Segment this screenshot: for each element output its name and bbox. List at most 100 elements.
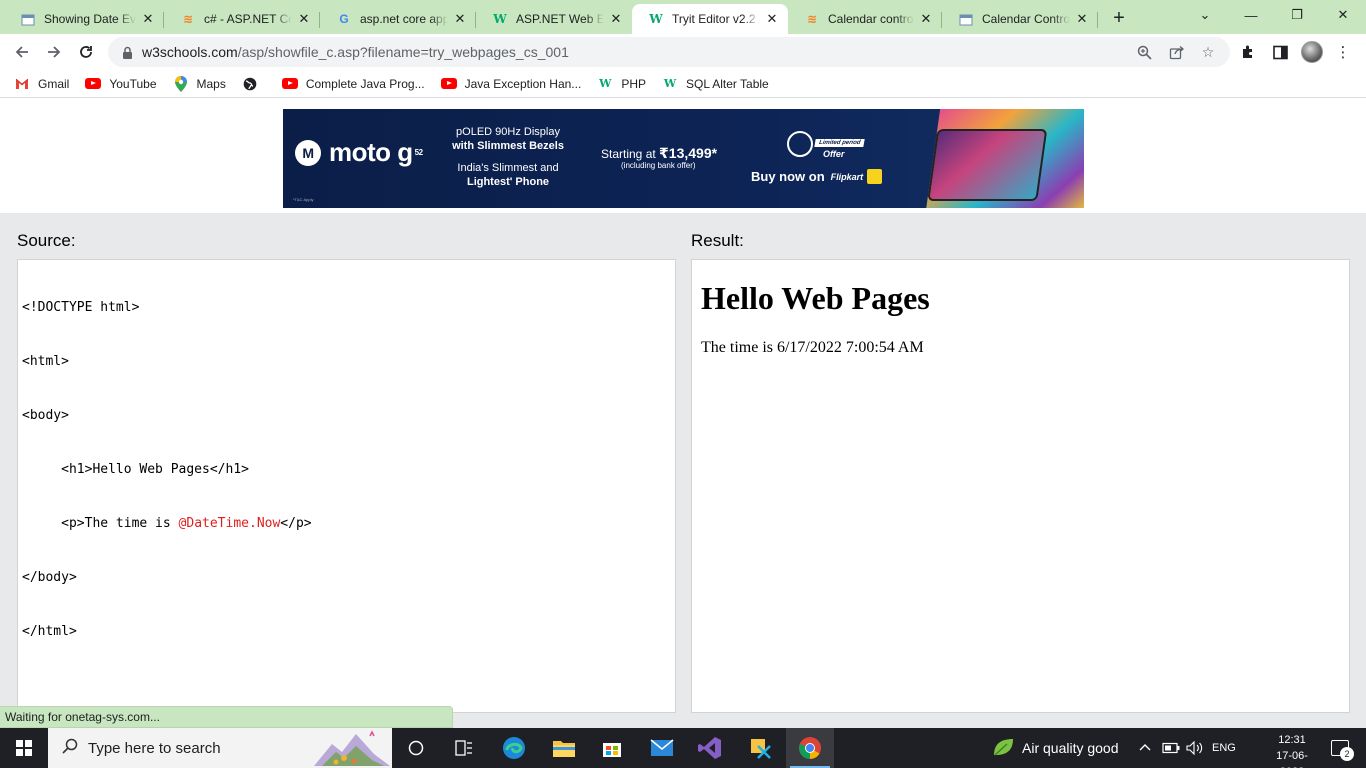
bookmark-youtube[interactable]: YouTube [85,76,157,92]
result-panel: Hello Web Pages The time is 6/17/2022 7:… [691,259,1350,713]
ad-area: M moto g 52 pOLED 90Hz Display with Slimm… [0,103,1366,213]
tab-title: Calendar Control [982,12,1070,26]
ad-line2: with Slimmest Bezels [452,140,564,152]
reload-icon [80,46,92,58]
close-icon[interactable]: ✕ [608,11,624,27]
side-panel-icon[interactable] [1266,38,1294,66]
edge-browser-icon[interactable] [490,728,538,768]
ad-line4: Lightest' Phone [466,176,550,188]
tab-tryit-editor[interactable]: W Tryit Editor v2.2 - Show ✕ [632,4,788,34]
forward-arrow-icon [48,46,61,58]
microsoft-store-icon[interactable] [588,728,636,768]
code-line: </body> [22,570,77,585]
ad-offer: Limited period Offer Buy now on Flipkart [751,131,883,184]
zoom-icon[interactable] [1130,37,1158,67]
ad-price-note: (including bank offer) [621,161,696,170]
notification-count: 2 [1340,747,1354,761]
close-icon[interactable]: ✕ [1074,11,1090,27]
search-highlight-art-icon [314,730,390,766]
bookmark-star-icon[interactable]: ☆ [1194,37,1222,67]
tab-search-chevron-icon[interactable]: ⌄ [1182,0,1228,30]
new-tab-button[interactable]: + [1108,7,1130,29]
widgets-icon[interactable] [440,728,488,768]
razor-expression: @DateTime.Now [178,516,281,531]
close-icon[interactable]: ✕ [140,11,156,27]
code-line: <h1>Hello Web Pages</h1> [22,462,249,477]
close-icon[interactable]: ✕ [452,11,468,27]
task-view-icon[interactable] [392,728,440,768]
tab-calendar-control[interactable]: Calendar Control ✕ [942,4,1098,34]
google-icon: G [339,12,349,26]
lock-icon[interactable] [120,45,134,59]
language-indicator[interactable]: ENG [1212,728,1236,768]
notification-center-button[interactable]: 2 [1322,728,1358,768]
taskbar-clock[interactable]: 12:31 17-06-2022 [1264,732,1320,768]
result-heading: Hello Web Pages [701,280,930,316]
volume-icon[interactable] [1186,728,1204,768]
bookmark-java-exception[interactable]: Java Exception Han... [440,76,581,92]
leaf-icon [992,737,1014,760]
result-label: Result: [691,231,744,250]
tab-google-search[interactable]: G asp.net core application ✕ [320,4,476,34]
bookmark-complete-java[interactable]: Complete Java Prog... [281,76,425,92]
mail-icon[interactable] [638,728,686,768]
tab-aspnet-web-examples[interactable]: W ASP.NET Web Examples ✕ [476,4,632,34]
ad-price-prefix: Starting at [601,147,656,161]
stopwatch-icon [787,131,813,157]
bookmark-label: Maps [196,76,226,91]
forward-button[interactable] [40,38,68,66]
snipping-tool-icon[interactable] [736,728,784,768]
share-icon[interactable] [1162,37,1190,67]
bookmark-sql-alter-table[interactable]: W SQL Alter Table [662,76,769,92]
tab-title: asp.net core application [360,12,448,26]
profile-avatar[interactable] [1301,41,1323,63]
close-icon[interactable]: ✕ [918,11,934,27]
chrome-icon[interactable] [786,728,834,768]
youtube-icon [440,76,457,92]
start-button[interactable] [0,728,48,768]
browser-toolbar: w3schools.com/asp/showfile_c.asp?filenam… [0,34,1366,70]
result-text: The time is 6/17/2022 7:00:54 AM [701,339,924,356]
source-label: Source: [17,231,76,250]
tab-title: Tryit Editor v2.2 - Show [672,12,760,26]
youtube-icon [281,76,298,92]
back-arrow-icon [15,46,28,58]
file-explorer-icon[interactable] [540,728,588,768]
flipkart-icon [867,169,883,184]
show-hidden-icons-chevron-icon[interactable] [1138,728,1152,768]
youtube-icon [85,76,102,92]
battery-icon[interactable] [1162,728,1180,768]
minimize-button[interactable]: — [1228,0,1274,30]
url-text[interactable]: w3schools.com/asp/showfile_c.asp?filenam… [142,44,569,60]
bookmark-label: SQL Alter Table [686,76,769,91]
ad-disclaimer: *T&C Apply [293,197,314,202]
tab-calendar-control-so[interactable]: ≋ Calendar control ✕ [788,4,942,34]
w3schools-icon: W [663,77,677,90]
close-window-button[interactable]: ✕ [1320,0,1366,30]
close-icon[interactable]: ✕ [764,11,780,27]
bookmark-globe[interactable] [242,76,266,92]
reload-button[interactable] [72,38,100,66]
ad-line3: India's Slimmest and [457,162,559,174]
w3schools-icon: W [649,12,663,26]
bookmark-maps[interactable]: Maps [173,75,226,92]
tab-aspnet-core[interactable]: ≋ c# - ASP.NET Core ✕ [164,4,320,34]
back-button[interactable] [8,38,36,66]
bookmark-php[interactable]: W PHP [597,76,646,92]
weather-widget[interactable]: Air quality good [992,728,1119,768]
moto-g52-ad-banner[interactable]: M moto g 52 pOLED 90Hz Display with Slimm… [283,109,1084,208]
close-icon[interactable]: ✕ [296,11,312,27]
extensions-puzzle-icon[interactable] [1234,38,1262,66]
tab-showing-date-events[interactable]: Showing Date Events ✕ [4,4,164,34]
page-content: M moto g 52 pOLED 90Hz Display with Slimm… [0,103,1366,728]
bookmark-gmail[interactable]: Gmail [14,76,69,92]
clock-time: 12:31 [1278,734,1306,746]
tab-title: Calendar control [828,12,914,26]
address-bar[interactable]: w3schools.com/asp/showfile_c.asp?filenam… [108,37,1230,67]
bookmarks-bar: Gmail YouTube Maps Complete Java Prog...… [0,70,1366,98]
restore-button[interactable]: ❐ [1274,0,1320,30]
taskbar-search-box[interactable]: Type here to search [48,728,392,768]
menu-kebab-icon[interactable]: ⋮ [1329,38,1357,66]
maps-pin-icon [173,75,189,92]
visual-studio-icon[interactable] [686,728,734,768]
